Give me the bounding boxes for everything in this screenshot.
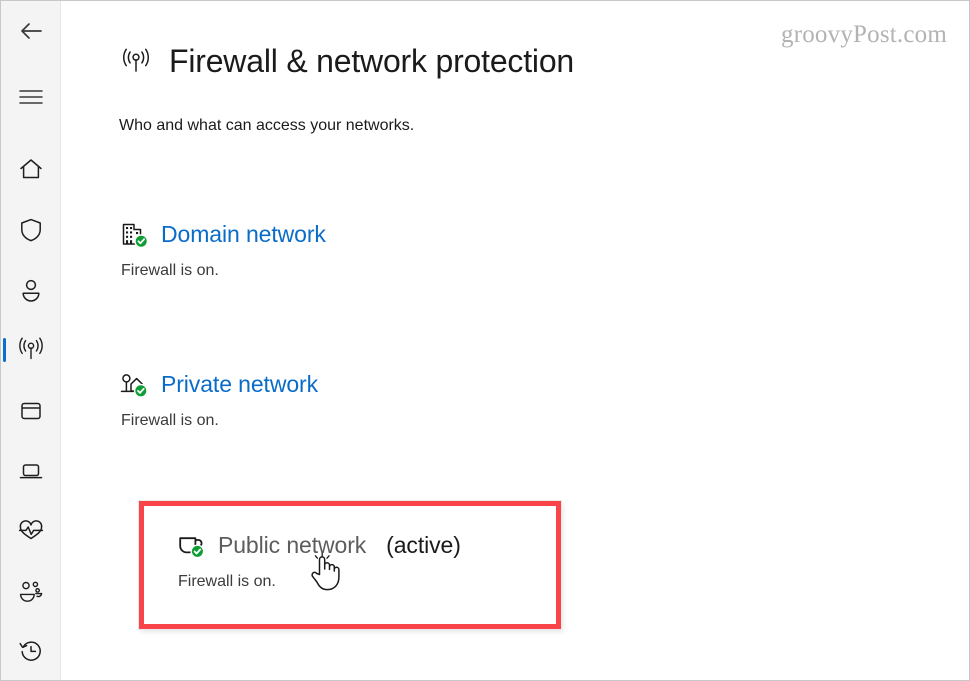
sidebar-item-device-security[interactable] <box>1 449 60 493</box>
coffee-cup-check-icon <box>176 530 206 560</box>
public-network-highlight-box: Public network (active) Firewall is on. <box>139 501 561 629</box>
private-network-status: Firewall is on. <box>121 412 219 429</box>
network-profile-public: Public network (active) Firewall is on. <box>176 528 461 591</box>
heart-pulse-icon <box>18 520 43 540</box>
watermark: groovyPost.com <box>781 21 947 48</box>
selected-indicator <box>3 338 6 362</box>
home-icon <box>19 159 42 179</box>
profile-header-row: Public network (active) <box>176 528 461 562</box>
firewall-network-protection-window: groovyPost.com Firewall & network protec… <box>0 0 970 681</box>
hamburger-menu-icon <box>18 90 43 104</box>
profile-header-row: Domain network <box>119 217 326 251</box>
sidebar-item-virus[interactable] <box>1 208 60 252</box>
sidebar-item-device-performance[interactable] <box>1 509 60 553</box>
house-check-icon <box>119 369 149 399</box>
sidebar-item-app-browser[interactable] <box>1 389 60 433</box>
profile-header-row: Private network <box>119 367 318 401</box>
main-content: groovyPost.com Firewall & network protec… <box>61 1 969 680</box>
shield-icon <box>20 218 41 242</box>
private-network-link[interactable]: Private network <box>161 371 318 398</box>
people-group-icon <box>19 581 42 602</box>
hamburger-menu-button[interactable] <box>1 75 60 119</box>
public-network-active-badge: (active) <box>386 531 461 558</box>
person-icon <box>21 279 40 302</box>
sidebar-item-home[interactable] <box>1 147 60 191</box>
sidebar-item-family[interactable] <box>1 569 60 613</box>
wireless-signal-icon <box>119 45 153 79</box>
public-network-link[interactable]: Public network <box>218 532 366 559</box>
page-header: Firewall & network protection <box>119 43 574 80</box>
wireless-signal-icon <box>18 337 43 360</box>
navigation-sidebar <box>1 1 61 680</box>
building-check-icon <box>119 219 149 249</box>
domain-network-link[interactable]: Domain network <box>161 221 326 248</box>
device-icon <box>19 464 42 479</box>
sidebar-item-account[interactable] <box>1 268 60 312</box>
public-network-status: Firewall is on. <box>178 573 276 590</box>
page-title: Firewall & network protection <box>169 43 575 79</box>
sidebar-item-history[interactable] <box>1 629 60 673</box>
back-arrow-icon <box>20 23 42 39</box>
domain-network-status: Firewall is on. <box>121 262 219 279</box>
page-subtitle: Who and what can access your networks. <box>119 117 415 134</box>
back-button[interactable] <box>1 9 60 53</box>
app-window-icon <box>20 402 41 420</box>
sidebar-item-firewall[interactable] <box>1 328 60 372</box>
network-profile-domain: Domain network Firewall is on. <box>119 217 326 280</box>
history-clock-icon <box>18 641 41 661</box>
network-profile-private: Private network Firewall is on. <box>119 367 318 430</box>
